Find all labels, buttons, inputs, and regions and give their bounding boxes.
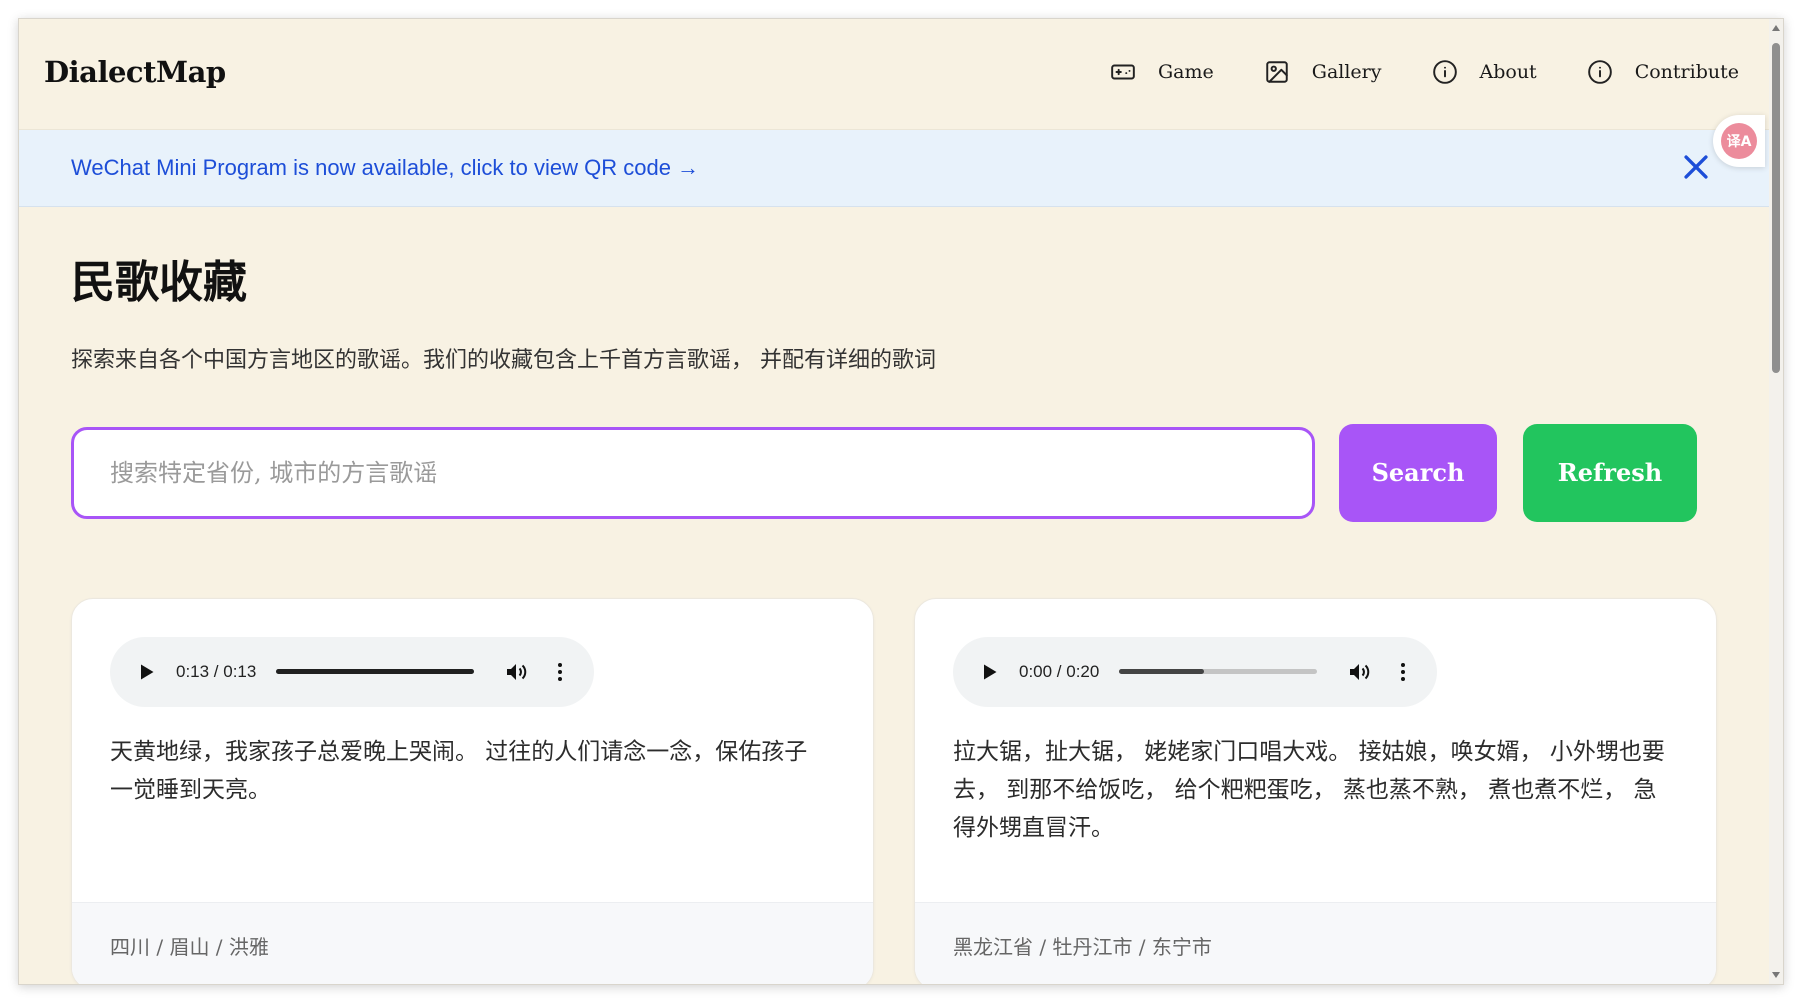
song-location: 四川 / 眉山 / 洪雅 <box>110 934 269 959</box>
page: DialectMap Game Gallery About Contribute… <box>19 19 1769 984</box>
card-footer: 四川 / 眉山 / 洪雅 <box>72 901 873 984</box>
audio-progress-fill <box>276 669 475 675</box>
audio-time: 0:00 / 0:20 <box>1019 661 1100 681</box>
more-options-icon[interactable] <box>1391 660 1415 684</box>
nav-label-game: Game <box>1157 61 1214 83</box>
play-icon[interactable] <box>136 662 156 682</box>
info-icon <box>1432 60 1457 84</box>
translate-icon: 译A <box>1721 123 1757 159</box>
browser-window: DialectMap Game Gallery About Contribute… <box>18 18 1784 985</box>
close-icon[interactable] <box>1679 150 1713 184</box>
song-lyrics: 天黄地绿，我家孩子总爱晚上哭闹。 过往的人们请念一念，保佑孩子一觉睡到天亮。 <box>110 738 808 803</box>
translate-button[interactable]: 译A <box>1713 115 1765 167</box>
main-content: 民歌收藏 探索来自各个中国方言地区的歌谣。我们的收藏包含上千首方言歌谣， 并配有… <box>19 257 1769 984</box>
page-subtitle: 探索来自各个中国方言地区的歌谣。我们的收藏包含上千首方言歌谣， 并配有详细的歌词 <box>71 347 936 373</box>
announcement-banner: WeChat Mini Program is now available, cl… <box>19 130 1769 207</box>
search-input[interactable] <box>71 426 1315 519</box>
audio-progress-bar[interactable] <box>276 669 475 675</box>
audio-time: 0:13 / 0:13 <box>176 661 257 681</box>
info-icon <box>1587 60 1612 84</box>
volume-icon[interactable] <box>1347 660 1371 684</box>
scroll-up-icon[interactable] <box>1772 25 1780 31</box>
search-button[interactable]: Search <box>1339 423 1497 522</box>
refresh-button[interactable]: Refresh <box>1523 423 1697 522</box>
song-location: 黑龙江省 / 牡丹江市 / 东宁市 <box>953 934 1212 959</box>
card-footer: 黑龙江省 / 牡丹江市 / 东宁市 <box>915 901 1716 984</box>
audio-progress-fill <box>1119 669 1205 675</box>
nav-label-about: About <box>1479 61 1537 83</box>
nav-item-game[interactable]: Game <box>1110 59 1214 85</box>
volume-icon[interactable] <box>504 660 528 684</box>
search-bar: Search Refresh <box>71 423 1717 522</box>
page-title: 民歌收藏 <box>71 257 247 308</box>
song-card: 0:13 / 0:13 天黄地绿，我家孩子总爱晚上哭闹。 过往的人们请念一念，保… <box>71 597 874 984</box>
site-logo[interactable]: DialectMap <box>44 55 226 89</box>
audio-progress-bar[interactable] <box>1119 669 1318 675</box>
banner-link[interactable]: WeChat Mini Program is now available, cl… <box>71 155 699 181</box>
scrollbar-thumb[interactable] <box>1772 43 1780 373</box>
play-icon[interactable] <box>979 662 999 682</box>
nav-item-contribute[interactable]: Contribute <box>1587 59 1739 85</box>
scrollbar[interactable] <box>1769 19 1783 984</box>
audio-player: 0:13 / 0:13 <box>110 636 594 707</box>
scroll-down-icon[interactable] <box>1772 972 1780 978</box>
main-nav: Game Gallery About Contribute <box>1110 59 1739 85</box>
image-icon <box>1266 61 1288 83</box>
song-list: 0:13 / 0:13 天黄地绿，我家孩子总爱晚上哭闹。 过往的人们请念一念，保… <box>71 597 1717 984</box>
song-card: 0:00 / 0:20 拉大锯，扯大锯， 姥姥家门口唱大戏。 接姑娘，唤女婿， … <box>914 597 1717 984</box>
nav-label-contribute: Contribute <box>1634 61 1739 83</box>
nav-item-about[interactable]: About <box>1432 59 1537 85</box>
song-lyrics: 拉大锯，扯大锯， 姥姥家门口唱大戏。 接姑娘，唤女婿， 小外甥也要去， 到那不给… <box>953 738 1665 841</box>
audio-player: 0:00 / 0:20 <box>953 636 1437 707</box>
more-options-icon[interactable] <box>548 660 572 684</box>
site-header: DialectMap Game Gallery About Contribute <box>19 19 1769 130</box>
gamepad-icon <box>1111 64 1135 80</box>
nav-label-gallery: Gallery <box>1311 61 1382 83</box>
nav-item-gallery[interactable]: Gallery <box>1264 59 1382 85</box>
